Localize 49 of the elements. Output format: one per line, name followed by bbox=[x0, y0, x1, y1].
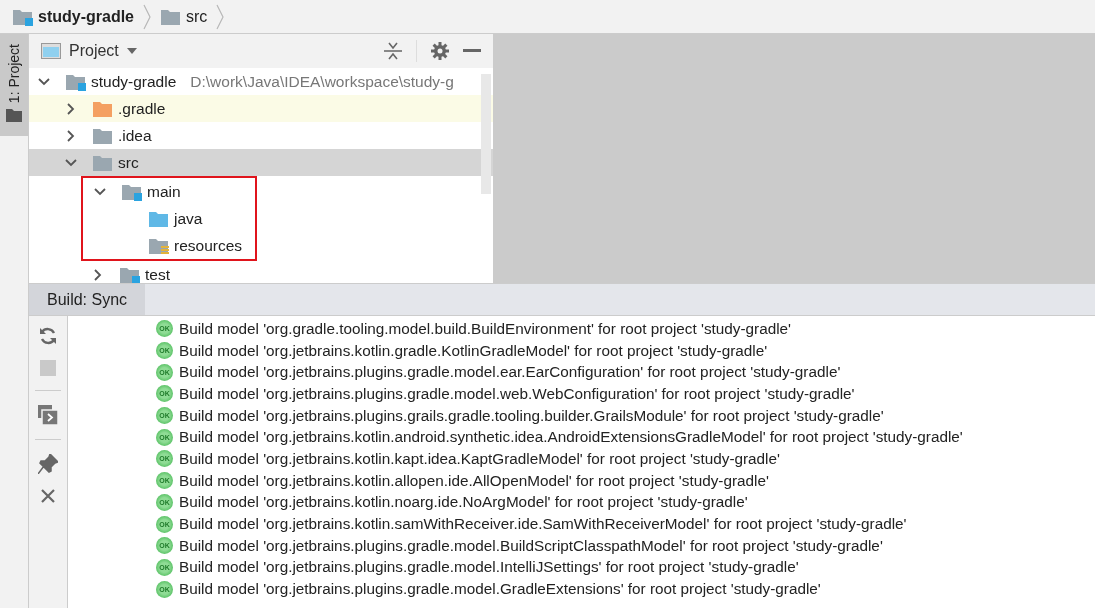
folder-icon bbox=[92, 153, 114, 172]
console-icon[interactable] bbox=[38, 405, 58, 425]
log-line: Build model 'org.jetbrains.plugins.gradle.model.web.WebConfiguration' for root project 'study-gradle' bbox=[179, 384, 855, 403]
log-line: Build model 'org.jetbrains.plugins.gradle.model.GradleExtensions' for root project 'study-gradle' bbox=[179, 580, 821, 599]
panel-view-selector[interactable]: Project bbox=[41, 42, 137, 60]
folder-icon bbox=[12, 7, 34, 26]
module-folder-icon bbox=[119, 265, 141, 283]
resources-folder-icon bbox=[148, 236, 170, 255]
log-line: Build model 'org.gradle.tooling.model.build.BuildEnvironment' for root project 'study-gradle' bbox=[179, 319, 791, 338]
breadcrumb-item[interactable]: src bbox=[160, 7, 208, 26]
tree-item[interactable]: study-gradle D:\work\Java\IDEA\workspace\study-g bbox=[29, 68, 493, 95]
tree-item[interactable]: .gradle bbox=[29, 95, 493, 122]
folder-icon bbox=[92, 126, 114, 145]
module-folder-icon bbox=[65, 72, 87, 91]
settings-icon[interactable] bbox=[431, 42, 449, 60]
log-line: Build model 'org.jetbrains.kotlin.gradle.KotlinGradleModel' for root project 'study-gradle' bbox=[179, 341, 768, 360]
close-icon[interactable] bbox=[40, 488, 56, 504]
minimize-icon[interactable] bbox=[463, 49, 481, 53]
tree-item[interactable]: src bbox=[29, 149, 493, 176]
log-line: Build model 'org.jetbrains.kotlin.allopen.ide.AllOpenModel' for root project 'study-gradle' bbox=[179, 471, 769, 490]
pin-icon[interactable] bbox=[38, 454, 58, 474]
log-line: Build model 'org.jetbrains.kotlin.android.synthetic.idea.AndroidExtensionsGradleModel' for root project 'study-gradle' bbox=[179, 428, 963, 447]
tree-item[interactable]: java bbox=[31, 205, 255, 232]
folder-icon bbox=[148, 209, 170, 228]
breadcrumb-item[interactable]: study-gradle bbox=[12, 7, 134, 26]
chevron-icon bbox=[142, 3, 152, 30]
folder-icon bbox=[6, 109, 22, 123]
tree-item[interactable]: resources bbox=[31, 232, 255, 259]
dropdown-arrow-icon bbox=[126, 48, 137, 54]
log-line: Build model 'org.jetbrains.kotlin.kapt.idea.KaptGradleModel' for root project 'study-gradle' bbox=[179, 449, 780, 468]
log-line: Build model 'org.jetbrains.kotlin.noarg.ide.NoArgModel' for root project 'study-gradle' bbox=[179, 493, 748, 512]
tool-window-tab[interactable]: Build: Sync bbox=[29, 284, 146, 315]
refresh-icon[interactable] bbox=[38, 326, 58, 346]
scrollbar[interactable] bbox=[481, 74, 491, 194]
tree-item[interactable]: main bbox=[31, 178, 255, 205]
window-icon bbox=[41, 43, 61, 59]
tree-item[interactable]: .idea bbox=[29, 122, 493, 149]
folder-icon bbox=[92, 99, 114, 118]
chevron-icon bbox=[215, 3, 226, 30]
log-line: Build model 'org.jetbrains.plugins.gradle.model.ear.EarConfiguration' for root project 'study-gradle' bbox=[179, 363, 841, 382]
log-line: Build model 'org.jetbrains.plugins.grails.gradle.tooling.builder.GrailsModule' for root project 'study-gradle' bbox=[179, 406, 884, 425]
tool-window-tab[interactable]: 1: Project bbox=[0, 34, 28, 137]
module-folder-icon bbox=[121, 182, 143, 201]
collapse-all-icon[interactable] bbox=[384, 41, 402, 61]
log-line: Build model 'org.jetbrains.plugins.gradle.model.BuildScriptClasspathModel' for root project 'study-gradle' bbox=[179, 536, 883, 555]
log-line: Build model 'org.jetbrains.plugins.gradle.model.IntelliJSettings' for root project 'study-gradle' bbox=[179, 558, 799, 577]
log-line: Build model 'org.jetbrains.kotlin.samWithReceiver.ide.SamWithReceiverModel' for root project 'study-gradle' bbox=[179, 515, 907, 534]
folder-icon bbox=[160, 7, 182, 26]
tree-item[interactable]: test bbox=[29, 261, 493, 283]
